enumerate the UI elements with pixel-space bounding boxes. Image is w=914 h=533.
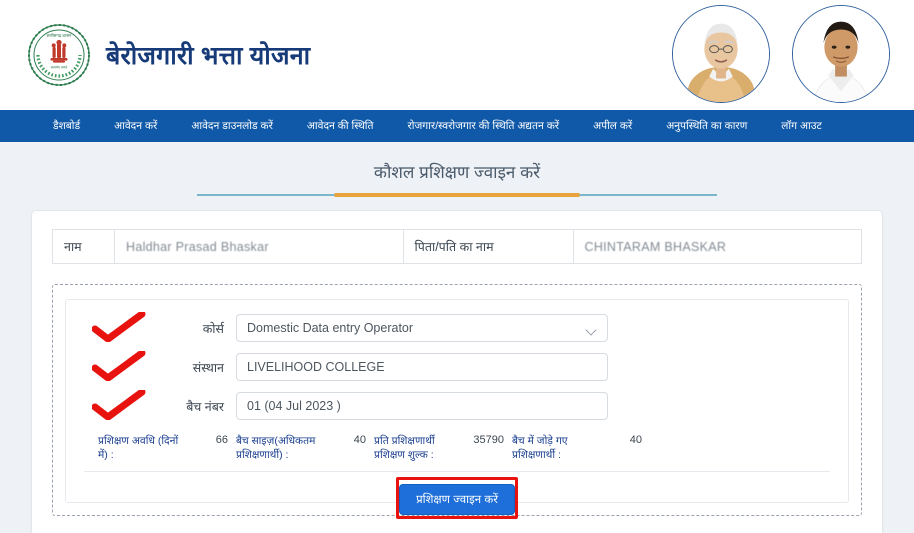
red-check-annotation-institute [92,350,146,381]
father-name-value: CHINTARAM BHASKAR [584,239,727,254]
site-header: छत्तीसगढ़ शासन सत्यमेव जयते बेरोजगारी भत… [0,0,914,110]
applicant-info-table: नाम Haldhar Prasad Bhaskar पिता/पति का न… [52,229,862,264]
stat-batch-size-value: 40 [353,434,366,446]
course-label: कोर्स [202,321,224,336]
nav-item-absence-reason[interactable]: अनुपस्थिति का कारण [649,110,764,142]
applicant-name-value: Haldhar Prasad Bhaskar [126,239,269,254]
course-selected-value: Domestic Data entry Operator [247,321,414,335]
table-row: नाम Haldhar Prasad Bhaskar पिता/पति का न… [52,229,862,264]
page-title: कौशल प्रशिक्षण ज्वाइन करें [373,163,541,182]
stat-duration-value: 66 [215,434,228,446]
training-stats: प्रशिक्षण अवधि (दिनों में) : 66 बैच साइज… [84,434,830,472]
nav-item-logout[interactable]: लॉग आउट [764,110,838,142]
title-divider [197,194,717,196]
stat-duration-label: प्रशिक्षण अवधि (दिनों में) : [98,435,179,461]
name-label: नाम [52,229,115,264]
stat-enrolled-label: बैच में जोड़े गए प्रशिक्षणार्थी : [512,435,568,461]
minister-portrait [792,5,890,103]
nav-item-dashboard[interactable]: डैशबोर्ड [36,110,97,142]
course-select[interactable]: Domestic Data entry Operator [236,314,608,342]
training-panel: कोर्स Domestic Data entry Operator संस्थ… [65,299,849,519]
batch-label-wrap: बैच नंबर [84,389,236,420]
stat-enrolled-value: 40 [629,434,642,446]
nav-item-application-status[interactable]: आवेदन की स्थिति [290,110,391,142]
nav-item-apply[interactable]: आवेदन करें [97,110,174,142]
nav-item-appeal[interactable]: अपील करें [576,110,649,142]
join-training-card: नाम Haldhar Prasad Bhaskar पिता/पति का न… [31,210,883,533]
stat-fee-value: 35790 [473,434,504,446]
batch-row: बैच नंबर 01 (04 Jul 2023 ) [84,389,830,420]
course-row: कोर्स Domestic Data entry Operator [84,311,830,342]
stat-enrolled: बैच में जोड़े गए प्रशिक्षणार्थी : 40 [512,434,650,462]
name-value-cell: Haldhar Prasad Bhaskar [114,229,404,264]
main-navigation: डैशबोर्ड आवेदन करें आवेदन डाउनलोड करें आ… [0,110,914,142]
stat-fee: प्रति प्रशिक्षणार्थी प्रशिक्षण शुल्क : 3… [374,434,512,462]
batch-input[interactable]: 01 (04 Jul 2023 ) [236,392,608,420]
svg-text:छत्तीसगढ़ शासन: छत्तीसगढ़ शासन [47,33,72,38]
batch-label: बैच नंबर [186,399,224,414]
father-name-value-cell: CHINTARAM BHASKAR [572,229,862,264]
join-button-area: प्रशिक्षण ज्वाइन करें [84,477,830,519]
batch-value: 01 (04 Jul 2023 ) [247,399,341,413]
stat-batch-size: बैच साइज़(अधिकतम प्रशिक्षणार्थी) : 40 [236,434,374,462]
svg-text:सत्यमेव जयते: सत्यमेव जयते [51,65,68,70]
institute-row: संस्थान LIVELIHOOD COLLEGE [84,350,830,381]
chief-minister-portrait [672,5,770,103]
institute-label-wrap: संस्थान [84,350,236,381]
training-fieldset: कोर्स Domestic Data entry Operator संस्थ… [52,284,862,519]
institute-input[interactable]: LIVELIHOOD COLLEGE [236,353,608,381]
stat-fee-label: प्रति प्रशिक्षणार्थी प्रशिक्षण शुल्क : [374,435,435,461]
red-check-annotation-batch [92,389,146,420]
stat-duration: प्रशिक्षण अवधि (दिनों में) : 66 [98,434,236,462]
institute-value: LIVELIHOOD COLLEGE [247,360,385,374]
brand-title: बेरोजगारी भत्ता योजना [106,42,311,70]
stat-batch-size-label: बैच साइज़(अधिकतम प्रशिक्षणार्थी) : [236,435,316,461]
red-check-annotation-course [92,311,146,342]
nav-item-employment-status-update[interactable]: रोजगार/स्वरोजगार की स्थिति अद्यतन करें [391,110,577,142]
page-title-section: कौशल प्रशिक्षण ज्वाइन करें [0,142,914,196]
brand: छत्तीसगढ़ शासन सत्यमेव जयते बेरोजगारी भत… [0,22,310,88]
header-portraits [672,5,890,103]
institute-label: संस्थान [192,360,224,375]
join-training-button[interactable]: प्रशिक्षण ज्वाइन करें [399,484,515,515]
chhattisgarh-government-emblem: छत्तीसगढ़ शासन सत्यमेव जयते [26,22,92,88]
nav-item-download-application[interactable]: आवेदन डाउनलोड करें [174,110,290,142]
father-name-label: पिता/पति का नाम [402,229,574,264]
course-label-wrap: कोर्स [84,311,236,342]
